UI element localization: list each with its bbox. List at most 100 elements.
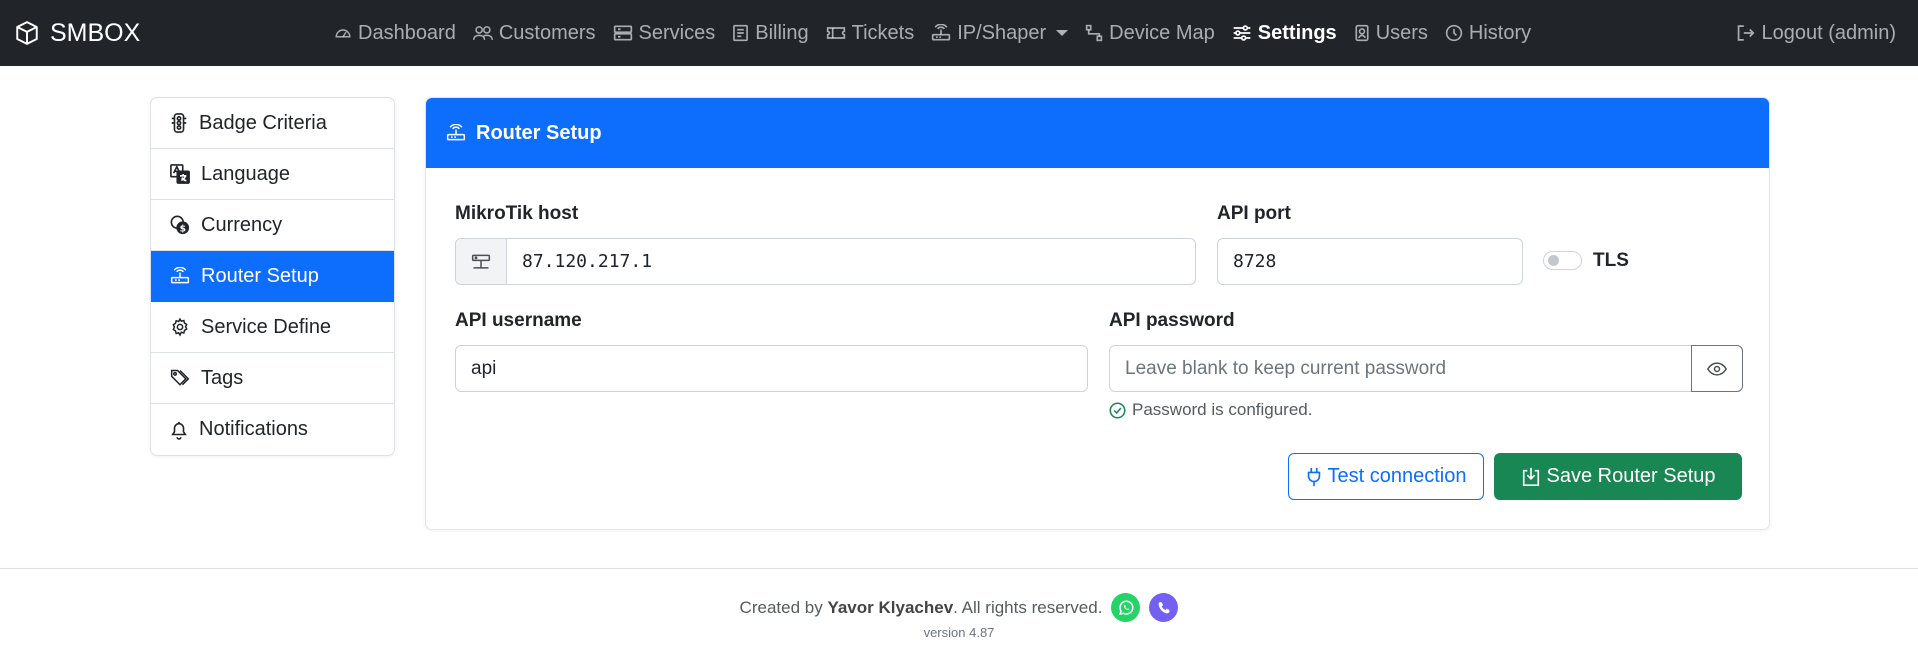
card-header: Router Setup [426,98,1769,168]
traffic-light-icon [171,113,187,133]
footer-rights: . All rights reserved. [953,597,1103,617]
password-placeholder: Leave blank to keep current password [1125,357,1447,379]
nav-users[interactable]: Users [1354,22,1428,45]
hdd-network-icon [471,254,491,269]
port-label: API port [1217,203,1291,224]
host-value: 87.120.217.1 [522,251,653,272]
host-addon [456,239,507,284]
router-icon [932,24,951,41]
sidebar-item-badge-criteria[interactable]: Badge Criteria [151,98,394,149]
sidebar-item-label: Service Define [201,315,332,338]
toggle-password-button[interactable] [1691,345,1743,392]
router-setup-card: Router Setup MikroTik host 87.120.217.1 … [425,97,1770,530]
username-input[interactable]: api [455,345,1088,392]
server-icon [613,25,632,41]
footer: Created by Yavor Klyachev. All rights re… [0,569,1918,655]
nav-label: Users [1375,21,1428,44]
diagram-icon [1085,24,1103,42]
nav-label: Customers [498,21,596,44]
brand-logo[interactable]: SMBOX [14,0,140,66]
password-status: Password is configured. [1109,400,1312,420]
save-router-setup-button[interactable]: Save Router Setup [1494,453,1742,500]
logout-label: Logout (admin) [1761,21,1896,44]
nav-label: Device Map [1109,21,1215,44]
nav-label: Services [638,21,716,44]
box-icon [16,21,38,45]
clock-icon [1445,24,1463,42]
plug-icon [1307,467,1320,486]
sidebar-item-label: Notifications [199,418,308,440]
person-badge-icon [1355,24,1369,42]
router-icon [446,124,466,141]
sidebar-item-language[interactable]: Language [151,149,394,200]
settings-sidebar: Badge Criteria Language $ Currency Route… [150,97,395,456]
bell-icon [171,421,187,440]
sidebar-item-router-setup[interactable]: Router Setup [151,251,394,302]
card-title: Router Setup [476,121,602,144]
receipt-icon [733,24,749,42]
svg-text:$: $ [180,224,186,234]
sidebar-item-label: Badge Criteria [199,111,327,134]
top-navbar: SMBOX Dashboard Customers Services Billi… [0,0,1918,66]
nav-tickets[interactable]: Tickets [826,21,915,45]
footer-created-by: Created by [739,597,823,617]
nav-label: IP/Shaper [957,21,1047,44]
nav-label: Tickets [851,21,915,44]
sidebar-item-notifications[interactable]: Notifications [151,404,394,455]
check-circle-icon [1109,402,1126,418]
nav-ip-shaper-dropdown[interactable]: IP/Shaper [931,21,1069,45]
viber-icon[interactable] [1149,593,1179,622]
people-icon [472,26,493,40]
port-input[interactable]: 8728 [1217,238,1523,285]
sidebar-item-label: Tags [201,366,244,389]
eye-icon [1707,361,1727,376]
sliders-icon [1233,25,1251,41]
download-icon [1522,467,1539,486]
sidebar-item-label: Router Setup [201,264,319,287]
whatsapp-icon[interactable] [1111,593,1141,622]
nav-label: Billing [755,21,809,44]
test-connection-button[interactable]: Test connection [1288,453,1484,500]
sidebar-item-label: Language [201,162,290,185]
save-router-setup-label: Save Router Setup [1546,465,1716,487]
nav-label: Dashboard [358,21,456,44]
logout-link[interactable]: Logout (admin) [1736,0,1896,66]
sidebar-item-service-define[interactable]: Service Define [151,302,394,353]
password-status-text: Password is configured. [1132,400,1313,419]
tls-label: TLS [1593,250,1629,271]
nav-customers[interactable]: Customers [472,21,596,45]
coin-icon: $ [170,215,190,234]
footer-author: Yavor Klyachev [827,597,954,617]
speedometer-icon [335,29,351,38]
tags-icon [170,369,190,386]
app-version: version 4.87 [923,625,995,640]
tls-switch[interactable] [1543,251,1582,270]
nav-device-map[interactable]: Device Map [1085,22,1215,45]
router-icon [170,267,190,284]
password-input[interactable]: Leave blank to keep current password [1109,345,1692,392]
logout-icon [1738,25,1755,41]
sidebar-item-tags[interactable]: Tags [151,353,394,404]
username-label: API username [455,310,582,331]
footer-credits: Created by Yavor Klyachev. All rights re… [0,593,1918,622]
nav-history[interactable]: History [1445,22,1531,45]
gear-icon [172,317,188,337]
port-value: 8728 [1233,251,1277,272]
nav-services[interactable]: Services [613,21,716,45]
nav-label: History [1468,21,1532,44]
username-value: api [471,357,497,379]
host-label: MikroTik host [455,203,579,224]
sidebar-item-currency[interactable]: $ Currency [151,200,394,251]
nav-settings[interactable]: Settings [1232,22,1337,45]
nav-billing[interactable]: Billing [732,21,809,45]
ticket-icon [826,27,845,39]
chevron-down-icon [1056,30,1069,36]
nav-dashboard[interactable]: Dashboard [334,22,456,45]
password-label: API password [1109,310,1235,331]
main-nav: Dashboard Customers Services Billing Tic… [334,0,1548,66]
host-input[interactable]: 87.120.217.1 [455,238,1196,285]
test-connection-label: Test connection [1327,465,1467,487]
brand-name: SMBOX [50,18,141,47]
nav-label: Settings [1257,21,1337,44]
translate-icon [170,164,190,184]
